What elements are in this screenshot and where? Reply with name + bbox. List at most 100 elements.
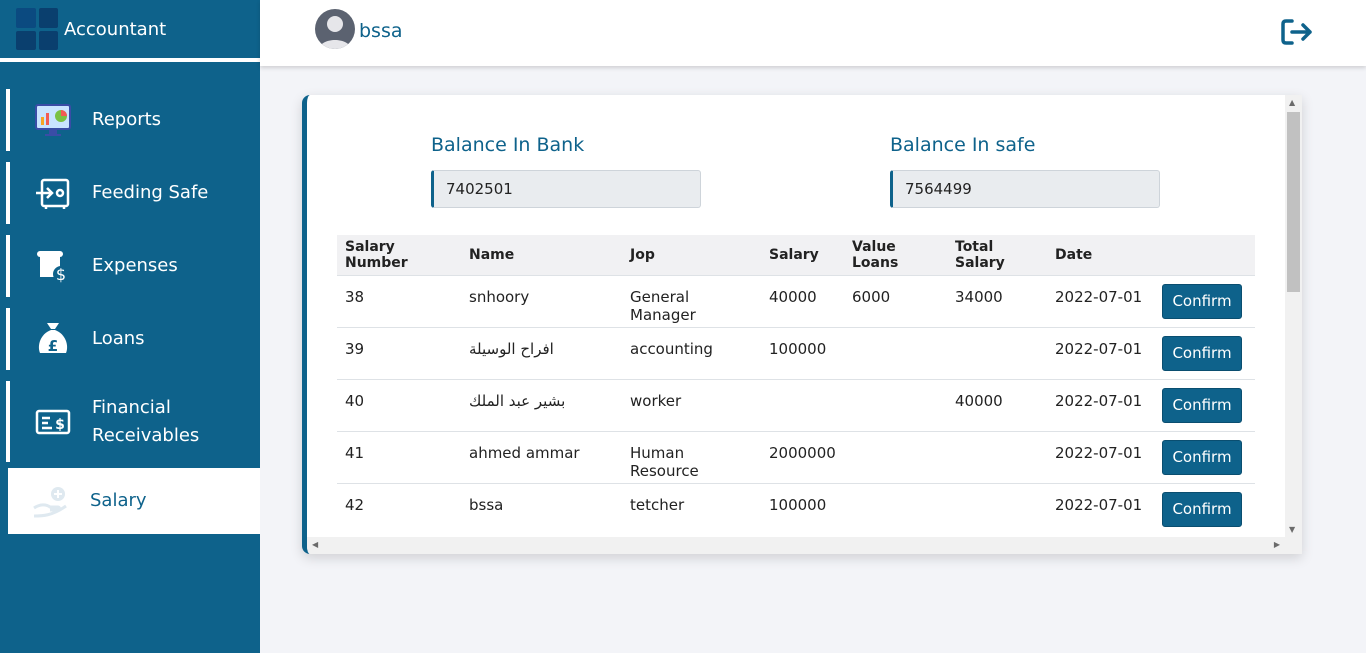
sidebar-item-reports[interactable]: Reports xyxy=(6,89,260,151)
confirm-button[interactable]: Confirm xyxy=(1162,283,1242,319)
salary-card: Balance In Bank Balance In safe Salary N… xyxy=(302,95,1302,554)
sidebar-item-label: Salary xyxy=(90,490,147,511)
cell-number: 39 xyxy=(337,326,461,379)
sidebar-item-label: Loans xyxy=(92,328,145,349)
cell-salary: 40000 xyxy=(761,274,844,327)
balance-bank-label: Balance In Bank xyxy=(431,134,585,156)
cell-name: ahmed ammar xyxy=(461,430,622,483)
sidebar-item-label: Reports xyxy=(92,109,162,130)
cell-job: worker xyxy=(622,378,761,431)
sidebar-item-salary[interactable]: Salary xyxy=(4,468,260,534)
cell-name: bssa xyxy=(461,482,622,535)
horizontal-scrollbar[interactable]: ◀ ▶ xyxy=(307,537,1285,554)
cell-loans xyxy=(844,326,947,379)
cell-loans: 6000 xyxy=(844,274,947,327)
cell-salary: 100000 xyxy=(761,326,844,379)
sidebar-item-label: Feeding Safe xyxy=(92,182,209,203)
vertical-scrollbar[interactable]: ▲ ▼ xyxy=(1285,95,1302,554)
column-header: Date xyxy=(1055,246,1093,263)
scrollbar-thumb[interactable] xyxy=(1287,112,1300,292)
app-logo-icon xyxy=(16,8,58,50)
cell-number: 40 xyxy=(337,378,461,431)
balance-safe-label: Balance In safe xyxy=(890,134,1036,156)
logout-icon[interactable] xyxy=(1280,16,1314,48)
scroll-left-icon[interactable]: ◀ xyxy=(312,540,318,549)
cell-number: 38 xyxy=(337,274,461,327)
cell-job: accounting xyxy=(622,326,761,379)
column-header: Salary Number xyxy=(345,238,408,271)
cell-name: بشير عبد الملك xyxy=(461,378,622,431)
confirm-button[interactable]: Confirm xyxy=(1162,335,1242,371)
sidebar-item-loans[interactable]: £ Loans xyxy=(6,308,260,370)
cell-salary: 2000000 xyxy=(761,430,844,483)
cell-loans xyxy=(844,430,947,483)
top-header: bssa xyxy=(260,0,1366,66)
cell-total: 40000 xyxy=(947,378,1047,431)
cell-loans xyxy=(844,378,947,431)
cell-action: Confirm xyxy=(1154,378,1255,431)
cell-action: Confirm xyxy=(1154,430,1255,483)
cell-number: 41 xyxy=(337,430,461,483)
table-header-row: Salary Number Name Jop Salary Value Loan… xyxy=(337,235,1255,275)
reports-icon xyxy=(34,101,72,139)
confirm-button[interactable]: Confirm xyxy=(1162,387,1242,423)
cell-salary: 100000 xyxy=(761,482,844,535)
avatar[interactable] xyxy=(315,9,355,49)
sidebar: Accountant Reports Feeding Safe $ Expens… xyxy=(0,0,260,653)
salary-table: Salary Number Name Jop Salary Value Loan… xyxy=(337,235,1255,535)
table-row: 38 snhoory General Manager 40000 6000 34… xyxy=(337,274,1255,327)
cell-date: 2022-07-01 xyxy=(1047,430,1154,483)
cell-total xyxy=(947,326,1047,379)
brand: Accountant xyxy=(0,0,260,62)
cell-total xyxy=(947,430,1047,483)
table-row: 42 bssa tetcher 100000 2022-07-01 Confir… xyxy=(337,482,1255,535)
balance-bank-field[interactable] xyxy=(431,170,701,208)
cell-action: Confirm xyxy=(1154,482,1255,535)
confirm-button[interactable]: Confirm xyxy=(1162,439,1242,475)
svg-text:£: £ xyxy=(48,337,58,355)
sidebar-item-label: Expenses xyxy=(92,255,178,276)
cell-action: Confirm xyxy=(1154,326,1255,379)
column-header: Jop xyxy=(630,246,655,263)
column-header: Salary xyxy=(769,246,819,263)
scroll-up-icon[interactable]: ▲ xyxy=(1289,98,1295,107)
financial-receivables-icon: $ xyxy=(34,403,72,441)
cell-date: 2022-07-01 xyxy=(1047,482,1154,535)
sidebar-item-financial-receivables[interactable]: $ Financial Receivables xyxy=(6,381,260,462)
cell-job: tetcher xyxy=(622,482,761,535)
feeding-safe-icon xyxy=(34,174,72,212)
confirm-button[interactable]: Confirm xyxy=(1162,491,1242,527)
scroll-down-icon[interactable]: ▼ xyxy=(1289,525,1295,534)
expenses-icon: $ xyxy=(34,247,72,285)
column-header: Name xyxy=(469,246,515,263)
cell-date: 2022-07-01 xyxy=(1047,378,1154,431)
column-header xyxy=(1154,235,1255,275)
svg-text:$: $ xyxy=(56,265,66,284)
balance-safe-field[interactable] xyxy=(890,170,1160,208)
table-row: 39 افراح الوسيلة accounting 100000 2022-… xyxy=(337,326,1255,379)
scroll-right-icon[interactable]: ▶ xyxy=(1274,540,1280,549)
cell-salary xyxy=(761,378,844,431)
svg-text:$: $ xyxy=(55,417,65,433)
sidebar-item-feeding-safe[interactable]: Feeding Safe xyxy=(6,162,260,224)
cell-name: snhoory xyxy=(461,274,622,327)
cell-job: Human Resource xyxy=(622,430,761,483)
cell-loans xyxy=(844,482,947,535)
loans-icon: £ xyxy=(34,320,72,358)
cell-job: General Manager xyxy=(622,274,761,327)
sidebar-item-expenses[interactable]: $ Expenses xyxy=(6,235,260,297)
app-title: Accountant xyxy=(64,18,167,40)
cell-total: 34000 xyxy=(947,274,1047,327)
table-row: 40 بشير عبد الملك worker 40000 2022-07-0… xyxy=(337,378,1255,431)
sidebar-item-label: Financial Receivables xyxy=(92,396,200,446)
cell-number: 42 xyxy=(337,482,461,535)
cell-total xyxy=(947,482,1047,535)
cell-date: 2022-07-01 xyxy=(1047,274,1154,327)
cell-date: 2022-07-01 xyxy=(1047,326,1154,379)
column-header: Total Salary xyxy=(955,238,1005,271)
table-row: 41 ahmed ammar Human Resource 2000000 20… xyxy=(337,430,1255,483)
cell-action: Confirm xyxy=(1154,274,1255,327)
salary-icon xyxy=(32,482,70,520)
sidebar-nav: Reports Feeding Safe $ Expenses £ Loans … xyxy=(0,89,260,534)
column-header: Value Loans xyxy=(852,238,899,271)
